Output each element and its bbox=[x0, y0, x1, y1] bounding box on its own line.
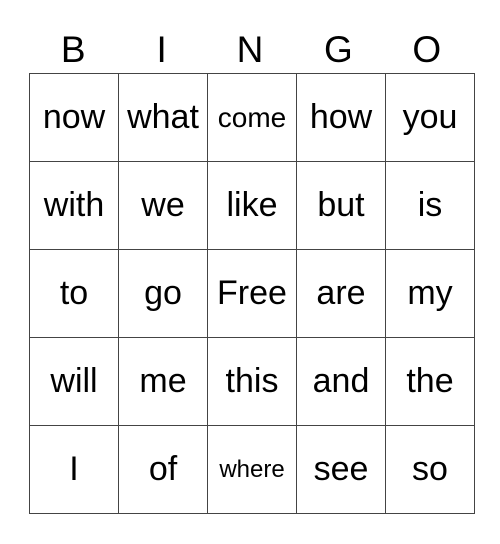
card-cell[interactable]: I bbox=[29, 425, 119, 514]
card-row: to go Free are my bbox=[29, 249, 475, 338]
card-cell[interactable]: like bbox=[207, 161, 297, 250]
card-cell[interactable]: what bbox=[118, 73, 208, 162]
card-cell[interactable]: this bbox=[207, 337, 297, 426]
bingo-header: B I N G O bbox=[29, 28, 471, 72]
bingo-card: now what come how you with we like but i… bbox=[29, 73, 475, 514]
card-row: now what come how you bbox=[29, 73, 475, 162]
card-cell[interactable]: go bbox=[118, 249, 208, 338]
card-cell[interactable]: how bbox=[296, 73, 386, 162]
card-cell[interactable]: where bbox=[207, 425, 297, 514]
card-cell[interactable]: will bbox=[29, 337, 119, 426]
header-letter: N bbox=[236, 29, 264, 70]
card-cell[interactable]: is bbox=[385, 161, 475, 250]
card-cell[interactable]: now bbox=[29, 73, 119, 162]
card-row: will me this and the bbox=[29, 337, 475, 426]
card-cell[interactable]: we bbox=[118, 161, 208, 250]
header-letter: O bbox=[412, 29, 442, 70]
card-cell[interactable]: of bbox=[118, 425, 208, 514]
card-cell[interactable]: see bbox=[296, 425, 386, 514]
card-cell[interactable]: to bbox=[29, 249, 119, 338]
card-cell[interactable]: and bbox=[296, 337, 386, 426]
header-letter: B bbox=[60, 29, 86, 70]
header-letter: G bbox=[323, 29, 353, 70]
card-cell[interactable]: me bbox=[118, 337, 208, 426]
card-cell[interactable]: but bbox=[296, 161, 386, 250]
header-letter: I bbox=[156, 29, 167, 70]
card-row: with we like but is bbox=[29, 161, 475, 250]
free-space-cell[interactable]: Free bbox=[207, 249, 297, 338]
card-row: I of where see so bbox=[29, 425, 475, 514]
card-cell[interactable]: come bbox=[207, 73, 297, 162]
card-cell[interactable]: with bbox=[29, 161, 119, 250]
card-cell[interactable]: my bbox=[385, 249, 475, 338]
card-cell[interactable]: so bbox=[385, 425, 475, 514]
card-cell[interactable]: you bbox=[385, 73, 475, 162]
card-cell[interactable]: the bbox=[385, 337, 475, 426]
card-cell[interactable]: are bbox=[296, 249, 386, 338]
